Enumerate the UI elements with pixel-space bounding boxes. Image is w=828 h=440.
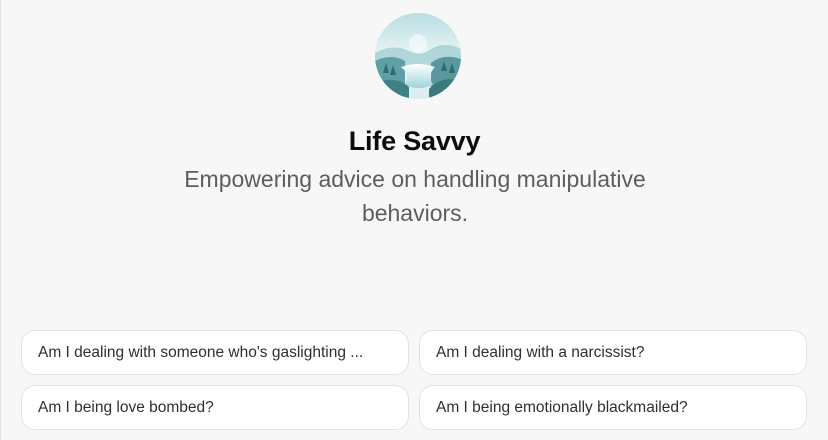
gpt-landing: Life Savvy Empowering advice on handling…	[0, 0, 828, 440]
lake-landscape-icon	[375, 13, 461, 99]
starter-label: Am I being love bombed?	[38, 398, 214, 416]
starter-label: Am I dealing with someone who's gaslight…	[38, 343, 364, 361]
gpt-title: Life Savvy	[348, 126, 481, 156]
gpt-avatar	[375, 13, 461, 99]
starter-button-gaslighting[interactable]: Am I dealing with someone who's gaslight…	[21, 330, 409, 375]
starter-label: Am I dealing with a narcissist?	[436, 343, 645, 361]
starter-label: Am I being emotionally blackmailed?	[436, 398, 688, 416]
starter-button-narcissist[interactable]: Am I dealing with a narcissist?	[419, 330, 807, 375]
conversation-starters: Am I dealing with someone who's gaslight…	[21, 330, 807, 430]
starter-button-love-bombed[interactable]: Am I being love bombed?	[21, 385, 409, 430]
gpt-description: Empowering advice on handling manipulati…	[184, 166, 646, 226]
starter-button-emotional-blackmail[interactable]: Am I being emotionally blackmailed?	[419, 385, 807, 430]
